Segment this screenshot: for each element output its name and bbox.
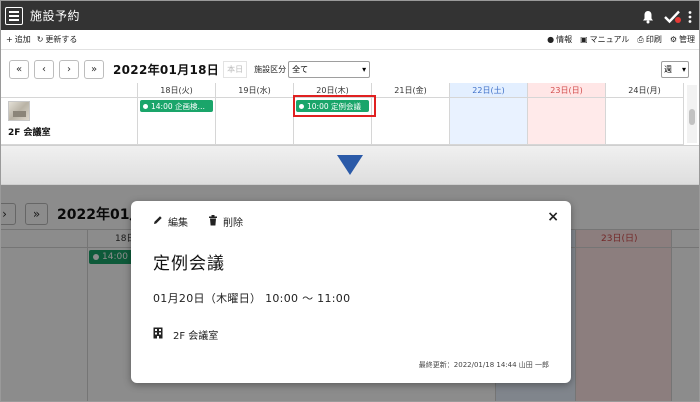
highlight-box	[293, 95, 376, 117]
day-header-saturday: 22日(土)	[450, 83, 528, 98]
close-icon[interactable]: ×	[547, 209, 559, 225]
event-title: 定例会議	[153, 254, 225, 274]
category-select[interactable]: 全て ▾	[288, 60, 371, 78]
current-date: 2022年01月18日	[113, 62, 220, 77]
edit-label: 編集	[168, 218, 188, 229]
date-navigation: « ‹ › » 2022年01月18日 本日 施設区分 全て ▾ 週 ▾	[1, 57, 699, 81]
info-label: 情報	[556, 35, 573, 44]
period-select-value: 週	[664, 64, 672, 74]
event-room: 2F 会議室	[153, 327, 218, 342]
day-cell[interactable]	[606, 98, 684, 145]
check-icon[interactable]	[664, 9, 681, 23]
building-icon	[153, 327, 163, 342]
add-button[interactable]: + 追加	[6, 34, 31, 45]
refresh-button[interactable]: ↻ 更新する	[37, 34, 78, 45]
calendar-corner	[1, 83, 138, 98]
manual-label: マニュアル	[589, 35, 630, 44]
pencil-icon	[153, 215, 163, 228]
day-header: 21日(金)	[372, 83, 450, 98]
day-cell[interactable]	[372, 98, 450, 145]
prev-day-button[interactable]: ‹	[34, 59, 54, 79]
print-label: 印刷	[645, 35, 662, 44]
day-header: 19日(水)	[216, 83, 294, 98]
room-photo	[8, 101, 30, 121]
trash-icon	[208, 214, 218, 229]
screenshot: 施設予約 +追加 ↻更新する ●情報 ▣マニュアル ⎙印刷 ⚙管理	[0, 0, 700, 402]
period-select[interactable]: 週 ▾	[661, 60, 689, 78]
add-label: 追加	[14, 35, 31, 44]
manage-label: 管理	[679, 35, 695, 44]
bell-icon[interactable]	[641, 9, 655, 23]
refresh-icon: ↻	[36, 35, 44, 44]
prev-week-button[interactable]: «	[9, 59, 29, 79]
event-time: 01月20日（木曜日） 10:00 ～ 11:00	[153, 292, 351, 305]
event-label: 14:00 企画検…	[151, 101, 205, 111]
day-header: 24日(月)	[606, 83, 684, 98]
manage-button[interactable]: ⚙ 管理	[670, 34, 695, 45]
day-cell-sunday[interactable]	[528, 98, 606, 145]
chevron-right-icon: ›	[67, 63, 71, 75]
event-detail-popup: 編集 削除 × 定例会議 01月20日（木曜日） 10:00 ～ 11:00 2…	[131, 201, 571, 383]
book-icon: ▣	[580, 35, 588, 44]
app-header: 施設予約	[1, 1, 699, 30]
app-title: 施設予約	[30, 9, 81, 23]
chevron-down-icon: ▾	[362, 64, 367, 74]
room-cell[interactable]: 2F 会議室	[1, 98, 138, 145]
delete-button[interactable]: 削除	[208, 214, 243, 229]
chevron-left-icon: ‹	[42, 63, 46, 75]
room-name: 2F 会議室	[8, 128, 51, 138]
last-updated: 最終更新：2022/01/18 14:44 山田 一郎	[418, 361, 549, 369]
chevron-down-icon: ▾	[681, 64, 686, 74]
day-cell[interactable]: 14:00 企画検…	[138, 98, 216, 145]
more-vertical-icon[interactable]	[687, 9, 693, 23]
delete-label: 削除	[223, 218, 243, 229]
plus-icon: +	[6, 35, 13, 44]
info-button[interactable]: ● 情報	[547, 34, 572, 45]
hamburger-menu-button[interactable]	[5, 6, 23, 25]
vertical-scrollbar[interactable]	[687, 85, 697, 143]
category-select-value: 全て	[292, 64, 309, 74]
next-week-button[interactable]: »	[84, 59, 104, 79]
down-arrow-icon	[337, 155, 363, 175]
day-header-sunday: 23日(日)	[528, 83, 606, 98]
toolbar: + 追加 ↻ 更新する ● 情報 ▣ マニュアル ⎙ 印刷 ⚙ 管理	[1, 30, 699, 50]
event-room-label: 2F 会議室	[173, 331, 219, 342]
double-chevron-left-icon: «	[15, 63, 23, 75]
today-button[interactable]: 本日	[223, 60, 248, 78]
edit-button[interactable]: 編集	[153, 214, 188, 229]
print-button[interactable]: ⎙ 印刷	[637, 34, 661, 45]
lightbulb-icon: ●	[547, 35, 555, 44]
gear-icon: ⚙	[669, 35, 677, 44]
day-header: 18日(火)	[138, 83, 216, 98]
refresh-label: 更新する	[45, 35, 78, 44]
double-chevron-right-icon: »	[90, 63, 98, 75]
event-dot	[143, 103, 148, 109]
day-cell[interactable]	[216, 98, 294, 145]
event-chip[interactable]: 14:00 企画検…	[140, 100, 213, 112]
category-label: 施設区分	[254, 64, 287, 74]
printer-icon: ⎙	[637, 34, 644, 44]
notification-badge	[675, 16, 681, 23]
day-cell-saturday[interactable]	[450, 98, 528, 145]
next-day-button[interactable]: ›	[59, 59, 79, 79]
manual-button[interactable]: ▣ マニュアル	[580, 34, 629, 45]
